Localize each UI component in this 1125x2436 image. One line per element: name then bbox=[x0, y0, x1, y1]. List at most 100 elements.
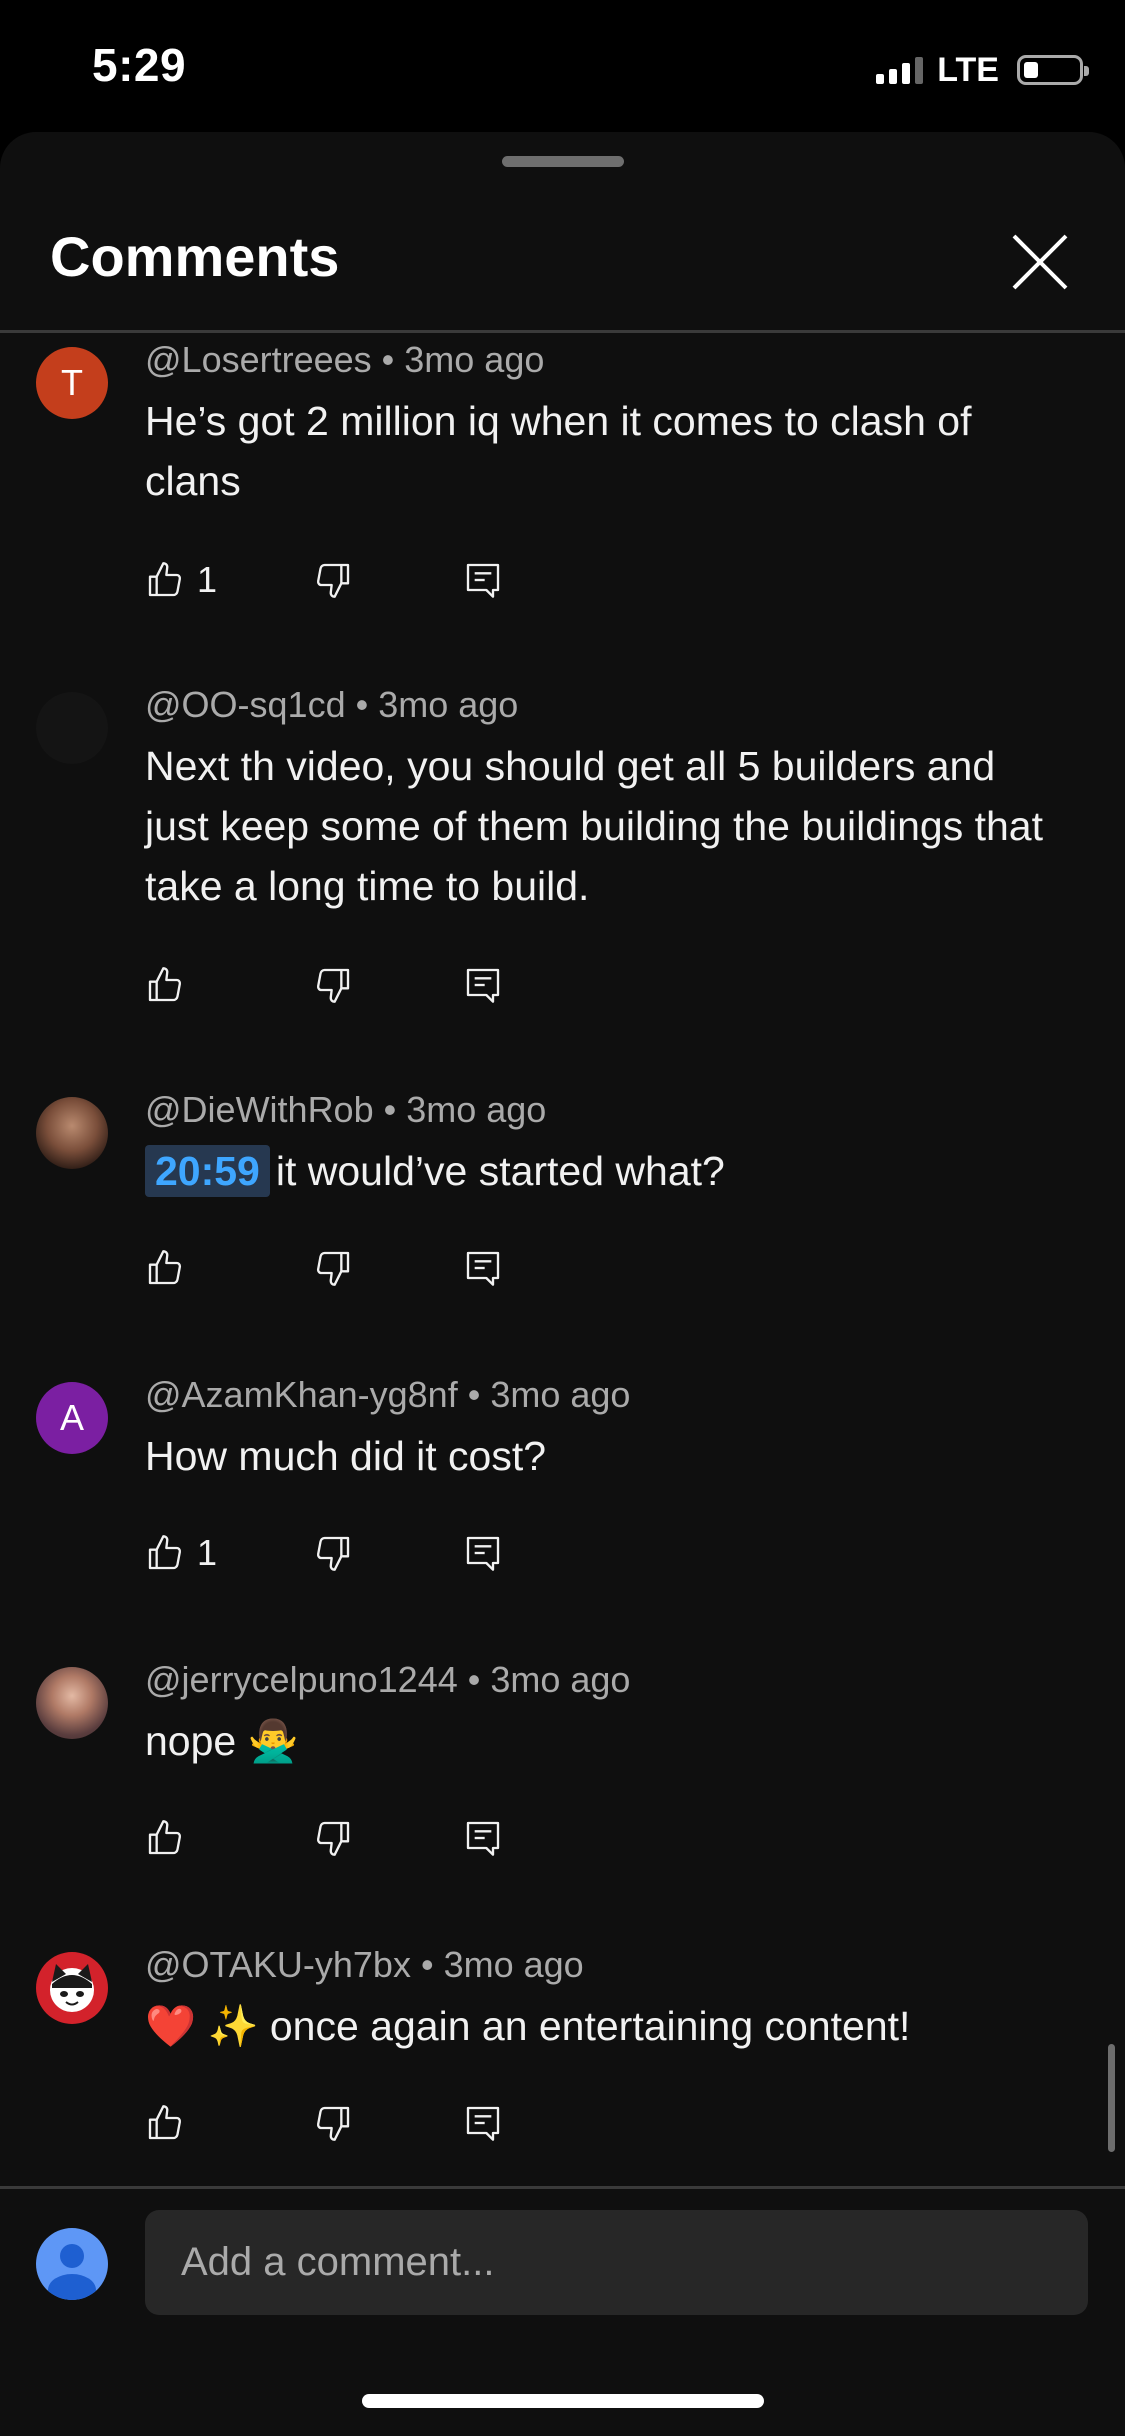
avatar[interactable] bbox=[36, 1952, 108, 2024]
thumbs-down-icon bbox=[316, 968, 350, 1003]
thumbs-down-icon bbox=[316, 1536, 350, 1571]
comment-actions bbox=[145, 960, 523, 1010]
reply-button[interactable] bbox=[463, 555, 523, 605]
comment-actions: 1 bbox=[145, 555, 523, 605]
comment-author[interactable]: @OTAKU-yh7bx bbox=[145, 1944, 411, 1985]
comment-text: ❤️ ✨ once again an entertaining content! bbox=[145, 2003, 911, 2049]
reply-icon bbox=[466, 2106, 500, 2141]
dislike-button[interactable] bbox=[313, 1528, 463, 1578]
anime-cat-avatar-icon bbox=[50, 1964, 94, 2012]
thumbs-up-icon bbox=[148, 1250, 182, 1285]
scrollbar-thumb[interactable] bbox=[1108, 2044, 1115, 2152]
current-user-avatar[interactable] bbox=[36, 2228, 108, 2300]
reply-button[interactable] bbox=[463, 1243, 523, 1293]
signal-icon bbox=[876, 56, 924, 84]
comment-meta: @OO-sq1cd • 3mo ago bbox=[145, 684, 519, 725]
thumbs-up-icon bbox=[148, 967, 182, 1002]
network-label: LTE bbox=[937, 50, 999, 89]
comment-age: 3mo ago bbox=[378, 684, 519, 725]
comment-text-container: 20:59 it would’ve started what? bbox=[145, 1141, 1045, 1201]
comment-item: @jerrycelpuno1244 • 3mo ago nope 🙅‍♂️ bbox=[0, 1653, 1125, 1938]
comment-text: nope 🙅‍♂️ bbox=[145, 1718, 299, 1764]
comment-age: 3mo ago bbox=[406, 1089, 547, 1130]
avatar[interactable] bbox=[36, 1667, 108, 1739]
thumbs-down-icon bbox=[316, 563, 350, 598]
reply-button[interactable] bbox=[463, 960, 523, 1010]
comment-age: 3mo ago bbox=[443, 1944, 584, 1985]
dislike-button[interactable] bbox=[313, 1243, 463, 1293]
comment-age: 3mo ago bbox=[490, 1374, 631, 1415]
avatar-letter: T bbox=[61, 362, 83, 403]
comment-item: @DieWithRob • 3mo ago 20:59 it would’ve s… bbox=[0, 1083, 1125, 1368]
avatar[interactable]: A bbox=[36, 1382, 108, 1454]
comment-actions: 1 bbox=[145, 1528, 523, 1578]
comment-author[interactable]: @DieWithRob bbox=[145, 1089, 374, 1130]
dislike-button[interactable] bbox=[313, 1813, 463, 1863]
comment-meta: @Losertreees • 3mo ago bbox=[145, 339, 545, 380]
comment-item: @OO-sq1cd • 3mo ago Next th video, you s… bbox=[0, 678, 1125, 1083]
like-button[interactable]: 1 bbox=[145, 1528, 313, 1578]
comment-author[interactable]: @Losertreees bbox=[145, 339, 372, 380]
comment-author[interactable]: @OO-sq1cd bbox=[145, 684, 346, 725]
close-icon bbox=[1012, 234, 1068, 290]
sheet-drag-handle[interactable] bbox=[502, 156, 624, 167]
status-bar: 5:29 LTE bbox=[0, 0, 1125, 132]
reply-icon bbox=[466, 1251, 500, 1286]
footer-divider bbox=[0, 2186, 1125, 2189]
comment-item: @OTAKU-yh7bx • 3mo ago ❤️ ✨ once again a… bbox=[0, 1938, 1125, 2183]
sheet-title: Comments bbox=[50, 225, 340, 288]
thumbs-up-icon bbox=[148, 562, 182, 597]
comment-meta: @DieWithRob • 3mo ago bbox=[145, 1089, 547, 1130]
reply-icon bbox=[466, 563, 500, 598]
comment-item: T @Losertreees • 3mo ago He’s got 2 mill… bbox=[0, 333, 1125, 678]
home-indicator[interactable] bbox=[362, 2394, 764, 2408]
dislike-button[interactable] bbox=[313, 2098, 463, 2148]
avatar[interactable] bbox=[36, 692, 108, 764]
reply-icon bbox=[466, 1821, 500, 1856]
close-button[interactable] bbox=[1004, 226, 1076, 298]
thumbs-down-icon bbox=[316, 1251, 350, 1286]
comment-text: He’s got 2 million iq when it comes to c… bbox=[145, 398, 972, 504]
comment-author[interactable]: @AzamKhan-yg8nf bbox=[145, 1374, 458, 1415]
thumbs-up-icon bbox=[148, 1535, 182, 1570]
like-button[interactable] bbox=[145, 1813, 313, 1863]
reply-icon bbox=[466, 1536, 500, 1571]
reply-icon bbox=[466, 968, 500, 1003]
avatar[interactable] bbox=[36, 1097, 108, 1169]
comment-meta: @OTAKU-yh7bx • 3mo ago bbox=[145, 1944, 584, 1985]
comment-meta: @jerrycelpuno1244 • 3mo ago bbox=[145, 1659, 631, 1700]
add-comment-input[interactable] bbox=[145, 2210, 1088, 2315]
status-indicators: LTE bbox=[876, 48, 1089, 92]
user-icon bbox=[48, 2244, 96, 2300]
reply-button[interactable] bbox=[463, 2098, 523, 2148]
reply-button[interactable] bbox=[463, 1813, 523, 1863]
reply-button[interactable] bbox=[463, 1528, 523, 1578]
comment-author[interactable]: @jerrycelpuno1244 bbox=[145, 1659, 458, 1700]
comment-text: How much did it cost? bbox=[145, 1433, 547, 1479]
like-button[interactable]: 1 bbox=[145, 555, 313, 605]
like-button[interactable] bbox=[145, 960, 313, 1010]
comment-age: 3mo ago bbox=[404, 339, 545, 380]
comment-actions bbox=[145, 1243, 523, 1293]
thumbs-up-icon bbox=[148, 2105, 182, 2140]
comment-age: 3mo ago bbox=[490, 1659, 631, 1700]
comment-item: A @AzamKhan-yg8nf • 3mo ago How much did… bbox=[0, 1368, 1125, 1653]
like-count: 1 bbox=[197, 1532, 218, 1573]
battery-icon bbox=[1017, 55, 1089, 85]
like-button[interactable] bbox=[145, 1243, 313, 1293]
thumbs-down-icon bbox=[316, 1821, 350, 1856]
dislike-button[interactable] bbox=[313, 960, 463, 1010]
comment-actions bbox=[145, 1813, 523, 1863]
dislike-button[interactable] bbox=[313, 555, 463, 605]
avatar[interactable]: T bbox=[36, 347, 108, 419]
like-count: 1 bbox=[197, 559, 218, 600]
comment-actions bbox=[145, 2098, 523, 2148]
thumbs-up-icon bbox=[148, 1820, 182, 1855]
comment-list[interactable]: T @Losertreees • 3mo ago He’s got 2 mill… bbox=[0, 333, 1125, 2183]
comment-meta: @AzamKhan-yg8nf • 3mo ago bbox=[145, 1374, 631, 1415]
timestamp-link[interactable]: 20:59 bbox=[145, 1145, 270, 1197]
thumbs-down-icon bbox=[316, 2106, 350, 2141]
status-time: 5:29 bbox=[92, 39, 187, 91]
comment-text: Next th video, you should get all 5 buil… bbox=[145, 743, 1043, 909]
like-button[interactable] bbox=[145, 2098, 313, 2148]
